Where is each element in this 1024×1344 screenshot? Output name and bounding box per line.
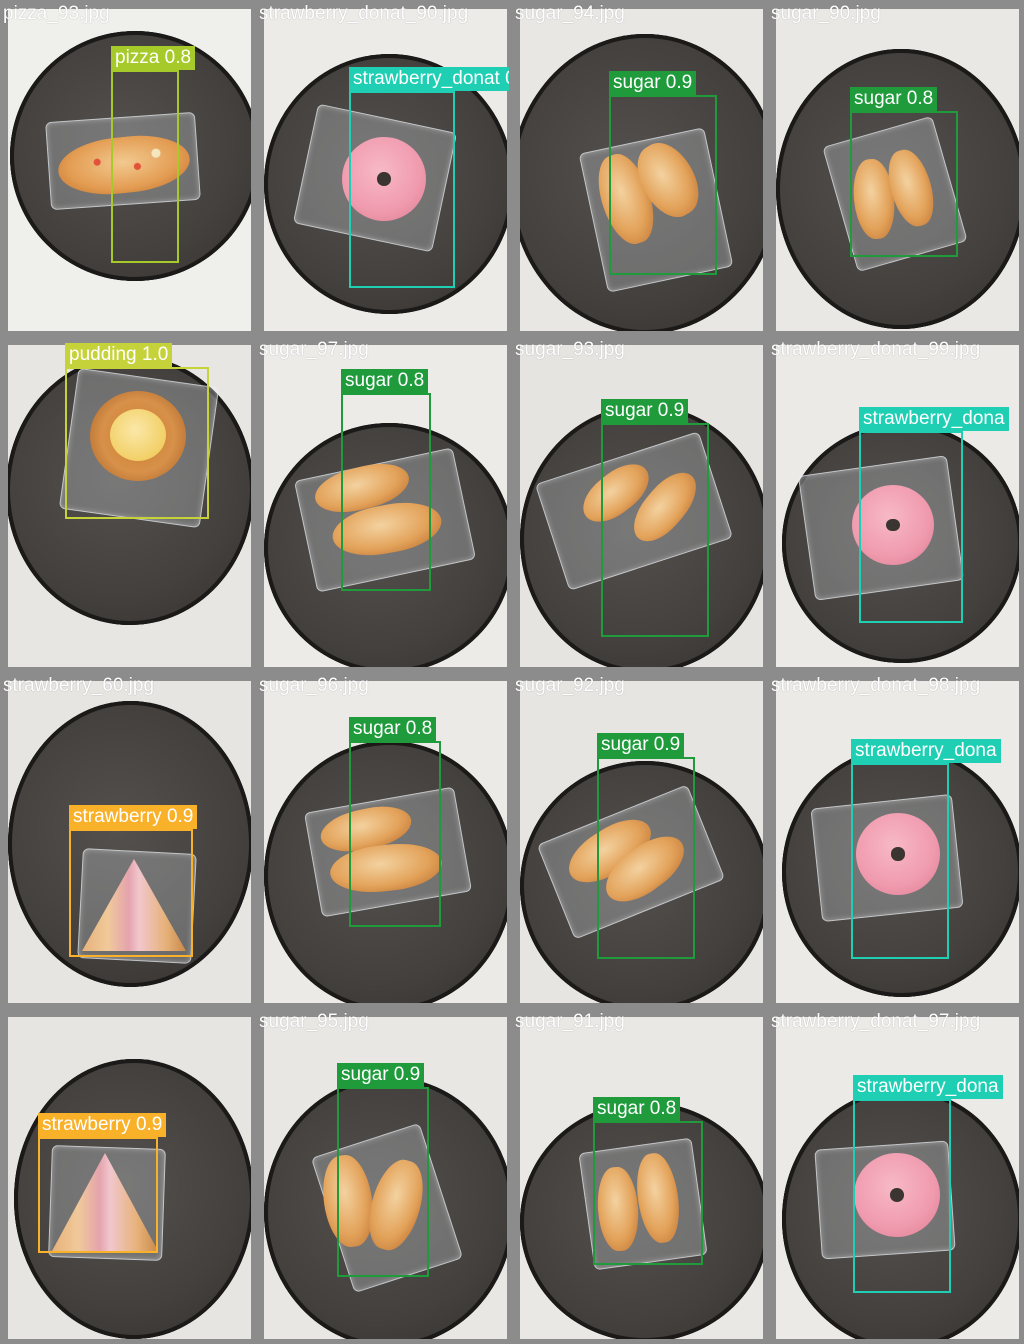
- image-filename: sugar_92.jpg: [515, 675, 625, 696]
- detection-label: pudding 1.0: [65, 343, 173, 367]
- detection-label: sugar 0.8: [850, 87, 938, 111]
- detection-label: sugar 0.8: [349, 717, 437, 741]
- detection-label: strawberry_donat 0.9: [349, 67, 509, 91]
- detection-box: strawberry 0.9: [69, 805, 198, 957]
- detection-box: pudding 1.0: [65, 343, 209, 519]
- detection-box: sugar 0.9: [601, 399, 709, 637]
- detection-box: sugar 0.8: [593, 1097, 703, 1265]
- tile: pizza_93.jpg pizza 0.8: [0, 0, 256, 336]
- detection-label: strawberry 0.9: [69, 805, 198, 829]
- detection-box: strawberry 0.9: [38, 1113, 167, 1253]
- tile: sugar_94.jpg sugar 0.9: [512, 0, 768, 336]
- detection-label: strawberry_dona: [859, 407, 1009, 431]
- detection-box: sugar 0.8: [341, 369, 431, 591]
- detection-box: sugar 0.9: [597, 733, 695, 959]
- detection-mosaic: pizza_93.jpg pizza 0.8 strawberry_donat_…: [0, 0, 1024, 1344]
- image-filename: sugar_91.jpg: [515, 1011, 625, 1032]
- detection-box: pizza 0.8: [111, 46, 196, 263]
- detection-box: strawberry_donat 0.9: [349, 67, 509, 288]
- detection-label: sugar 0.9: [609, 71, 697, 95]
- image-filename: sugar_94.jpg: [515, 3, 625, 24]
- tile: sugar_92.jpg sugar 0.9: [512, 672, 768, 1008]
- tile: sugar_91.jpg sugar 0.8: [512, 1008, 768, 1344]
- tile: strawberry_donat_90.jpg strawberry_donat…: [256, 0, 512, 336]
- detection-label: sugar 0.9: [601, 399, 689, 423]
- detection-label: sugar 0.9: [337, 1063, 425, 1087]
- detection-label: sugar 0.8: [593, 1097, 681, 1121]
- detection-box: sugar 0.8: [349, 717, 441, 927]
- image-filename: strawberry_60.jpg: [3, 675, 155, 696]
- detection-label: sugar 0.8: [341, 369, 429, 393]
- detection-box: strawberry_dona: [851, 739, 1001, 959]
- image-filename: sugar_96.jpg: [259, 675, 369, 696]
- detection-label: strawberry 0.9: [38, 1113, 167, 1137]
- tile: sugar_93.jpg sugar 0.9: [512, 336, 768, 672]
- image-filename: strawberry_donat_97.jpg: [771, 1011, 981, 1032]
- detection-label: strawberry_dona: [851, 739, 1001, 763]
- tile: sugar_95.jpg sugar 0.9: [256, 1008, 512, 1344]
- image-filename: sugar_95.jpg: [259, 1011, 369, 1032]
- detection-box: sugar 0.9: [337, 1063, 429, 1277]
- detection-label: strawberry_dona: [853, 1075, 1003, 1099]
- image-filename: sugar_90.jpg: [771, 3, 881, 24]
- detection-box: sugar 0.8: [850, 87, 958, 257]
- tile: sugar_96.jpg sugar 0.8: [256, 672, 512, 1008]
- detection-box: sugar 0.9: [609, 71, 717, 275]
- image-filename: strawberry_donat_99.jpg: [771, 339, 981, 360]
- detection-box: strawberry_dona: [853, 1075, 1003, 1293]
- image-filename: strawberry_donat_98.jpg: [771, 675, 981, 696]
- tile: strawberry_donat_97.jpg strawberry_dona: [768, 1008, 1024, 1344]
- image-filename: sugar_93.jpg: [515, 339, 625, 360]
- detection-label: pizza 0.8: [111, 46, 196, 70]
- detection-label: sugar 0.9: [597, 733, 685, 757]
- tile: strawberry_donat_99.jpg strawberry_dona: [768, 336, 1024, 672]
- image-filename: strawberry_donat_90.jpg: [259, 3, 469, 24]
- tile: strawberry 0.9: [0, 1008, 256, 1344]
- tile: strawberry_60.jpg strawberry 0.9: [0, 672, 256, 1008]
- detection-box: strawberry_dona: [859, 407, 1009, 623]
- image-filename: pizza_93.jpg: [3, 3, 110, 24]
- tile: sugar_97.jpg sugar 0.8: [256, 336, 512, 672]
- tile: sugar_90.jpg sugar 0.8: [768, 0, 1024, 336]
- tile: strawberry_donat_98.jpg strawberry_dona: [768, 672, 1024, 1008]
- image-filename: sugar_97.jpg: [259, 339, 369, 360]
- tile: pudding 1.0: [0, 336, 256, 672]
